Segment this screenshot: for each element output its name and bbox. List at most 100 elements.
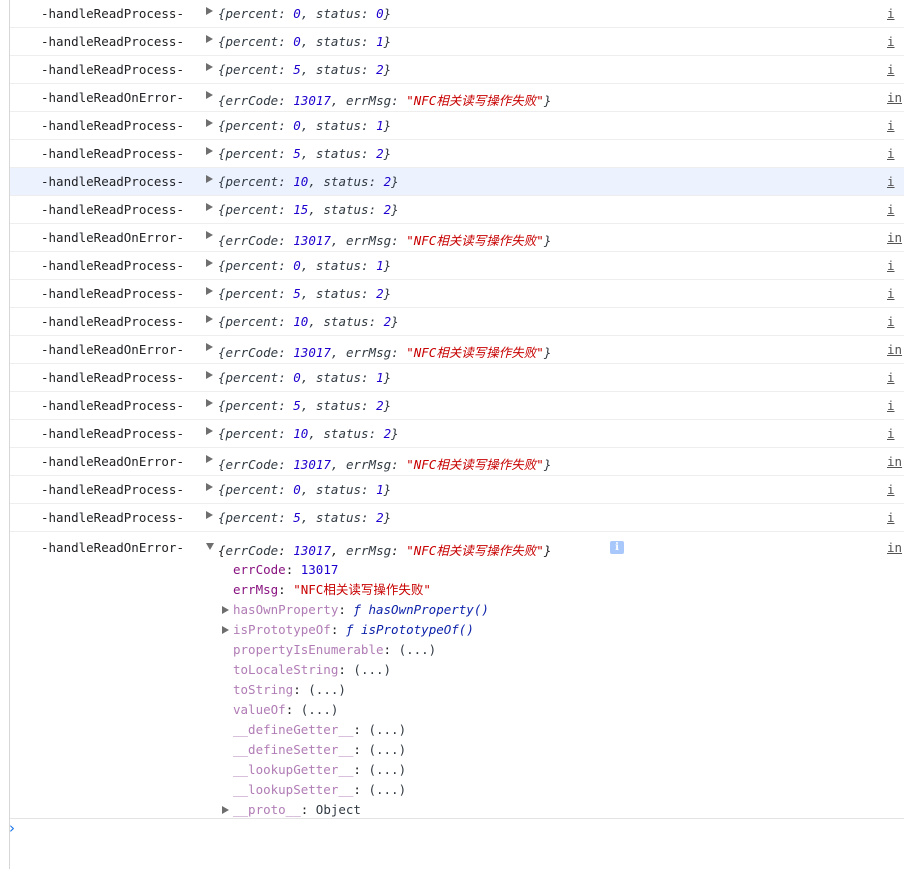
expand-triangle-icon[interactable]: [206, 483, 213, 491]
console-message-row[interactable]: -handleReadProcess- {percent: 0, status: …: [10, 476, 904, 504]
console-message-row[interactable]: -handleReadProcess- {percent: 5, status: …: [10, 280, 904, 308]
property-key: toString: [233, 682, 294, 697]
object-preview[interactable]: {percent: 5, status: 2}: [218, 510, 391, 525]
console-message-expanded[interactable]: -handleReadOnError- {errCode: 13017, errM…: [10, 532, 904, 819]
expand-triangle-icon[interactable]: [222, 606, 229, 614]
expand-triangle-icon[interactable]: [206, 35, 213, 43]
expand-triangle-icon[interactable]: [206, 7, 213, 15]
expand-triangle-icon[interactable]: [206, 147, 213, 155]
expand-triangle-icon[interactable]: [206, 175, 213, 183]
source-link[interactable]: in: [887, 540, 904, 555]
object-preview[interactable]: {percent: 10, status: 2}: [218, 314, 399, 329]
console-message-row[interactable]: -handleReadOnError- {errCode: 13017, errM…: [10, 336, 904, 364]
console-message-row[interactable]: -handleReadOnError- {errCode: 13017, errM…: [10, 448, 904, 476]
key-percent: percent: [225, 258, 279, 273]
source-link[interactable]: i: [887, 482, 904, 497]
property-line: __lookupSetter__: (...): [233, 782, 407, 797]
expand-triangle-icon[interactable]: [206, 343, 213, 351]
expand-triangle-icon[interactable]: [206, 371, 213, 379]
expand-triangle-icon[interactable]: [206, 203, 213, 211]
object-preview[interactable]: {percent: 5, status: 2}: [218, 398, 391, 413]
source-link[interactable]: i: [887, 398, 904, 413]
object-preview[interactable]: {errCode: 13017, errMsg: "NFC相关读写操作失败"}: [218, 454, 551, 473]
object-preview[interactable]: {percent: 5, status: 2}: [218, 146, 391, 161]
property-key: valueOf: [233, 702, 286, 717]
console-message-row[interactable]: -handleReadProcess- {percent: 10, status:…: [10, 308, 904, 336]
object-preview[interactable]: {percent: 0, status: 1}: [218, 34, 391, 49]
source-link[interactable]: i: [887, 34, 904, 49]
source-link[interactable]: in: [887, 342, 904, 357]
object-preview[interactable]: {percent: 0, status: 1}: [218, 258, 391, 273]
expand-triangle-icon[interactable]: [206, 455, 213, 463]
value-status: 1: [376, 34, 384, 49]
property-line: toLocaleString: (...): [233, 662, 392, 677]
source-link[interactable]: in: [887, 90, 904, 105]
source-link[interactable]: i: [887, 510, 904, 525]
expand-triangle-icon[interactable]: [206, 511, 213, 519]
log-label: -handleReadProcess-: [41, 286, 184, 301]
expand-triangle-icon[interactable]: [206, 91, 213, 99]
info-icon[interactable]: i: [610, 541, 624, 554]
console-message-row[interactable]: -handleReadProcess- {percent: 5, status: …: [10, 140, 904, 168]
object-preview[interactable]: {percent: 0, status: 1}: [218, 482, 391, 497]
source-link[interactable]: in: [887, 230, 904, 245]
log-label: -handleReadProcess-: [41, 510, 184, 525]
expand-triangle-icon[interactable]: [206, 259, 213, 267]
object-preview[interactable]: {percent: 5, status: 2}: [218, 286, 391, 301]
source-link[interactable]: i: [887, 202, 904, 217]
console-message-row[interactable]: -handleReadProcess- {percent: 0, status: …: [10, 364, 904, 392]
expand-triangle-icon[interactable]: [206, 399, 213, 407]
object-preview[interactable]: {errCode: 13017, errMsg: "NFC相关读写操作失败"}: [218, 90, 551, 109]
object-preview[interactable]: {percent: 10, status: 2}: [218, 174, 399, 189]
key-percent: percent: [225, 510, 279, 525]
source-link[interactable]: i: [887, 258, 904, 273]
property-value: ƒ isPrototypeOf(): [345, 622, 474, 637]
object-preview[interactable]: {errCode: 13017, errMsg: "NFC相关读写操作失败"}: [218, 540, 551, 559]
expand-triangle-icon[interactable]: [206, 231, 213, 239]
value-errcode: 13017: [293, 457, 331, 472]
console-message-row[interactable]: -handleReadProcess- {percent: 5, status: …: [10, 56, 904, 84]
console-message-row[interactable]: -handleReadProcess- {percent: 0, status: …: [10, 28, 904, 56]
expand-triangle-icon[interactable]: [206, 315, 213, 323]
log-label: -handleReadProcess-: [41, 370, 184, 385]
object-preview[interactable]: {percent: 0, status: 0}: [218, 6, 391, 21]
expand-triangle-icon[interactable]: [206, 119, 213, 127]
console-message-row[interactable]: -handleReadOnError- {errCode: 13017, errM…: [10, 84, 904, 112]
key-percent: percent: [225, 118, 279, 133]
expand-triangle-icon[interactable]: [206, 427, 213, 435]
console-prompt[interactable]: ›: [9, 818, 29, 838]
source-link[interactable]: i: [887, 370, 904, 385]
object-preview[interactable]: {percent: 0, status: 1}: [218, 370, 391, 385]
source-link[interactable]: i: [887, 118, 904, 133]
object-preview[interactable]: {errCode: 13017, errMsg: "NFC相关读写操作失败"}: [218, 230, 551, 249]
console-message-row[interactable]: -handleReadProcess- {percent: 10, status:…: [10, 420, 904, 448]
console-message-row[interactable]: -handleReadProcess- {percent: 0, status: …: [10, 112, 904, 140]
expand-triangle-icon[interactable]: [222, 626, 229, 634]
expand-triangle-icon[interactable]: [206, 287, 213, 295]
console-message-row[interactable]: -handleReadProcess- {percent: 5, status: …: [10, 392, 904, 420]
source-link[interactable]: i: [887, 314, 904, 329]
collapse-triangle-icon[interactable]: [206, 543, 214, 550]
source-link[interactable]: i: [887, 426, 904, 441]
console-message-row[interactable]: -handleReadOnError- {errCode: 13017, errM…: [10, 224, 904, 252]
console-message-row[interactable]: -handleReadProcess- {percent: 0, status: …: [10, 0, 904, 28]
source-link[interactable]: i: [887, 6, 904, 21]
source-link[interactable]: i: [887, 62, 904, 77]
value-percent: 5: [293, 62, 301, 77]
object-preview[interactable]: {percent: 5, status: 2}: [218, 62, 391, 77]
object-preview[interactable]: {percent: 15, status: 2}: [218, 202, 399, 217]
source-link[interactable]: i: [887, 286, 904, 301]
expand-triangle-icon[interactable]: [206, 63, 213, 71]
source-link[interactable]: in: [887, 454, 904, 469]
object-preview[interactable]: {percent: 0, status: 1}: [218, 118, 391, 133]
object-preview[interactable]: {percent: 10, status: 2}: [218, 426, 399, 441]
source-link[interactable]: i: [887, 146, 904, 161]
source-link[interactable]: i: [887, 174, 904, 189]
object-preview[interactable]: {errCode: 13017, errMsg: "NFC相关读写操作失败"}: [218, 342, 551, 361]
console-message-row[interactable]: -handleReadProcess- {percent: 15, status:…: [10, 196, 904, 224]
value-errmsg: "NFC相关读写操作失败": [406, 93, 544, 108]
console-message-row[interactable]: -handleReadProcess- {percent: 5, status: …: [10, 504, 904, 532]
console-message-row[interactable]: -handleReadProcess- {percent: 10, status:…: [10, 168, 904, 196]
console-message-row[interactable]: -handleReadProcess- {percent: 0, status: …: [10, 252, 904, 280]
expand-triangle-icon[interactable]: [222, 806, 229, 814]
